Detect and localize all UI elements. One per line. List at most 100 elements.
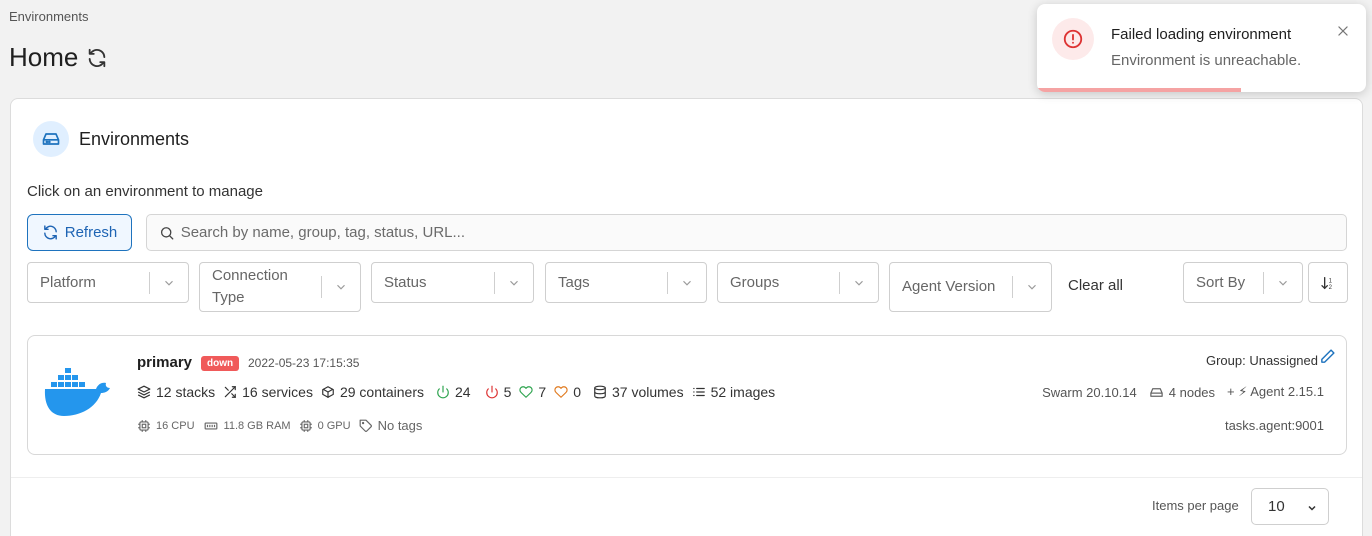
- shuffle-icon: [224, 386, 236, 398]
- server-icon: [1150, 387, 1163, 397]
- unhealthy-stat: 0: [554, 384, 581, 400]
- environment-item[interactable]: primary down 2022-05-23 17:15:35 12 stac…: [27, 335, 1347, 455]
- memory-icon: [204, 422, 217, 429]
- chevron-down-icon: [495, 276, 533, 290]
- page-title-text: Home: [9, 42, 79, 72]
- sort-by-select[interactable]: Sort By: [1183, 262, 1303, 303]
- platform-filter-label: Platform: [40, 273, 96, 291]
- engine-version: Swarm 20.10.14: [1042, 384, 1137, 400]
- chevron-down-icon: [1013, 280, 1051, 294]
- search-input[interactable]: [180, 224, 1346, 241]
- ram-stat: 11.8 GB RAM: [203, 419, 291, 433]
- clear-all-button[interactable]: Clear all: [1068, 277, 1123, 294]
- connection-type-filter[interactable]: Connection Type: [199, 262, 361, 312]
- list-icon: [692, 387, 705, 397]
- gpu-value: 0 GPU: [317, 419, 351, 432]
- close-icon[interactable]: [1336, 24, 1350, 43]
- chevron-down-icon: [668, 276, 706, 290]
- divider: [11, 477, 1362, 478]
- items-per-page-value: 10: [1268, 498, 1285, 515]
- environment-stats: 12 stacks 16 services 29 containers 24 5…: [137, 384, 783, 400]
- sort-descending-icon: 12: [1321, 276, 1333, 291]
- toast-title: Failed loading environment: [1111, 26, 1292, 43]
- chevron-down-icon: [1306, 501, 1318, 518]
- gpu-stat: 0 GPU: [299, 419, 351, 433]
- groups-filter-label: Groups: [730, 273, 780, 291]
- environment-meta: Swarm 20.10.14 4 nodes + ⚡ Agent 2.15.1: [1042, 384, 1324, 400]
- groups-filter[interactable]: Groups: [717, 262, 879, 303]
- environments-widget: Environments Click on an environment to …: [10, 98, 1363, 536]
- environments-icon: [33, 121, 69, 157]
- toast-message: Environment is unreachable.: [1111, 52, 1302, 69]
- images-stat: 52 images: [692, 384, 776, 400]
- cpu-stat: 16 CPU: [137, 419, 195, 433]
- items-per-page-select[interactable]: 10: [1251, 488, 1329, 525]
- agent-version-filter[interactable]: Agent Version: [889, 262, 1052, 312]
- error-toast: Failed loading environment Environment i…: [1037, 4, 1366, 92]
- alert-circle-icon: [1052, 18, 1094, 60]
- edit-icon[interactable]: [1319, 348, 1336, 370]
- tag-icon: [359, 419, 372, 432]
- healthy-count: 7: [538, 384, 547, 400]
- unhealthy-count: 0: [573, 384, 581, 400]
- containers-stat: 29 containers: [321, 384, 424, 400]
- connection-type-filter-label: Connection Type: [212, 267, 288, 306]
- nodes-count: 4 nodes: [1168, 384, 1216, 400]
- status-filter-label: Status: [384, 273, 427, 291]
- widget-title: Environments: [79, 128, 190, 149]
- stacks-count: 12 stacks: [156, 384, 216, 400]
- instruction-text: Click on an environment to manage: [27, 183, 263, 200]
- environment-date: 2022-05-23 17:15:35: [248, 356, 360, 370]
- cpu-value: 16 CPU: [156, 419, 195, 432]
- refresh-icon: [43, 225, 57, 240]
- tags-filter[interactable]: Tags: [545, 262, 707, 303]
- reload-icon[interactable]: [86, 47, 108, 69]
- platform-filter[interactable]: Platform: [27, 262, 189, 303]
- healthy-stat: 7: [519, 384, 546, 400]
- status-filter[interactable]: Status: [371, 262, 534, 303]
- heart-icon: [554, 386, 568, 398]
- search-box[interactable]: [146, 214, 1347, 251]
- search-icon: [160, 226, 174, 240]
- gpu-icon: [299, 419, 312, 432]
- layers-icon: [137, 385, 151, 399]
- volumes-stat: 37 volumes: [593, 384, 684, 400]
- chevron-down-icon: [840, 276, 878, 290]
- items-per-page-label: Items per page: [1152, 498, 1239, 513]
- heart-icon: [519, 386, 534, 398]
- environment-resources: 16 CPU 11.8 GB RAM 0 GPU No tags: [137, 418, 430, 433]
- tags-value: No tags: [377, 418, 423, 433]
- sort-by-label: Sort By: [1196, 273, 1246, 291]
- tags-stat: No tags: [359, 418, 423, 433]
- svg-text:2: 2: [1329, 285, 1333, 291]
- toast-progress-bar: [1037, 88, 1241, 92]
- database-icon: [594, 385, 606, 399]
- environment-name: primary: [137, 354, 193, 371]
- breadcrumb[interactable]: Environments: [9, 9, 88, 24]
- chevron-down-icon: [150, 276, 188, 290]
- stopped-stat: 5: [485, 384, 511, 400]
- nodes-stat: 4 nodes: [1149, 385, 1215, 400]
- power-icon: [437, 385, 449, 399]
- agent-version: + ⚡ Agent 2.15.1: [1227, 384, 1324, 399]
- images-count: 52 images: [710, 384, 776, 400]
- refresh-button[interactable]: Refresh: [27, 214, 132, 251]
- volumes-count: 37 volumes: [611, 384, 684, 400]
- svg-text:1: 1: [1329, 278, 1333, 284]
- sort-order-button[interactable]: 12: [1308, 262, 1348, 303]
- running-count: 24: [455, 384, 471, 400]
- cpu-icon: [138, 419, 150, 432]
- chevron-down-icon: [322, 280, 360, 294]
- power-off-icon: [485, 385, 498, 399]
- page-title: Home: [9, 42, 108, 73]
- ram-value: 11.8 GB RAM: [223, 419, 291, 432]
- box-icon: [322, 386, 334, 398]
- refresh-label: Refresh: [64, 224, 118, 241]
- widget-header: Environments: [33, 121, 189, 157]
- docker-icon: [44, 368, 112, 423]
- services-stat: 16 services: [223, 384, 313, 400]
- status-badge: down: [201, 356, 240, 371]
- containers-count: 29 containers: [339, 384, 425, 400]
- stacks-stat: 12 stacks: [137, 384, 215, 400]
- environment-url: tasks.agent:9001: [1224, 418, 1324, 433]
